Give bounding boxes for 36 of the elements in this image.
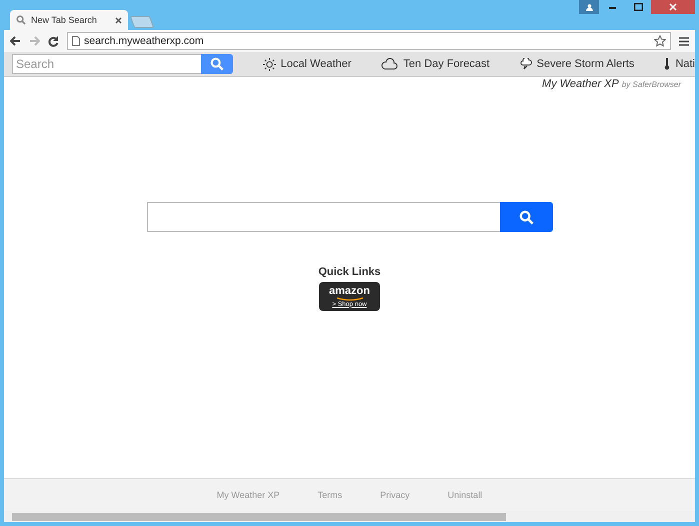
- url-text: search.myweatherxp.com: [84, 35, 205, 47]
- menu-icon[interactable]: [679, 36, 689, 46]
- profile-button[interactable]: [579, 0, 599, 14]
- close-icon: [669, 3, 677, 11]
- reload-icon[interactable]: [48, 36, 59, 46]
- cloud-icon: [381, 58, 398, 70]
- storm-cloud-icon: [520, 58, 532, 70]
- search-icon: [210, 57, 224, 71]
- toolbar-link[interactable]: Severe Storm Alerts: [520, 58, 634, 70]
- sun-icon: [262, 58, 276, 70]
- horizontal-scrollbar[interactable]: [4, 511, 695, 522]
- scrollbar-thumb[interactable]: [12, 512, 506, 520]
- back-arrow-icon[interactable]: [10, 36, 21, 46]
- toolbar-search-button[interactable]: [200, 54, 233, 74]
- close-window-button[interactable]: [651, 0, 695, 14]
- star-icon[interactable]: [654, 35, 666, 47]
- toolbar-link[interactable]: Local Weather: [262, 58, 352, 70]
- search-field[interactable]: [146, 202, 500, 232]
- page-icon: [72, 36, 80, 46]
- quick-links-title: Quick Links: [318, 266, 381, 278]
- browser-tab[interactable]: New Tab Search: [10, 10, 128, 30]
- minimize-icon: [608, 6, 616, 8]
- tab-title: New Tab Search: [31, 15, 98, 25]
- brand-byline: by SaferBrowser: [622, 80, 681, 89]
- person-icon: [586, 4, 592, 10]
- search-icon: [16, 15, 26, 25]
- search-icon: [518, 210, 534, 224]
- brand-name: My Weather XP: [542, 78, 619, 90]
- search-button[interactable]: [500, 202, 552, 232]
- close-icon[interactable]: [115, 16, 122, 24]
- toolbar-link[interactable]: Nati: [664, 58, 695, 70]
- thermometer-icon: [664, 58, 670, 70]
- maximize-icon: [634, 3, 642, 11]
- toolbar-link[interactable]: Ten Day Forecast: [381, 58, 490, 70]
- toolbar-search-field[interactable]: Search: [12, 54, 201, 74]
- address-bar[interactable]: search.myweatherxp.com: [67, 32, 671, 50]
